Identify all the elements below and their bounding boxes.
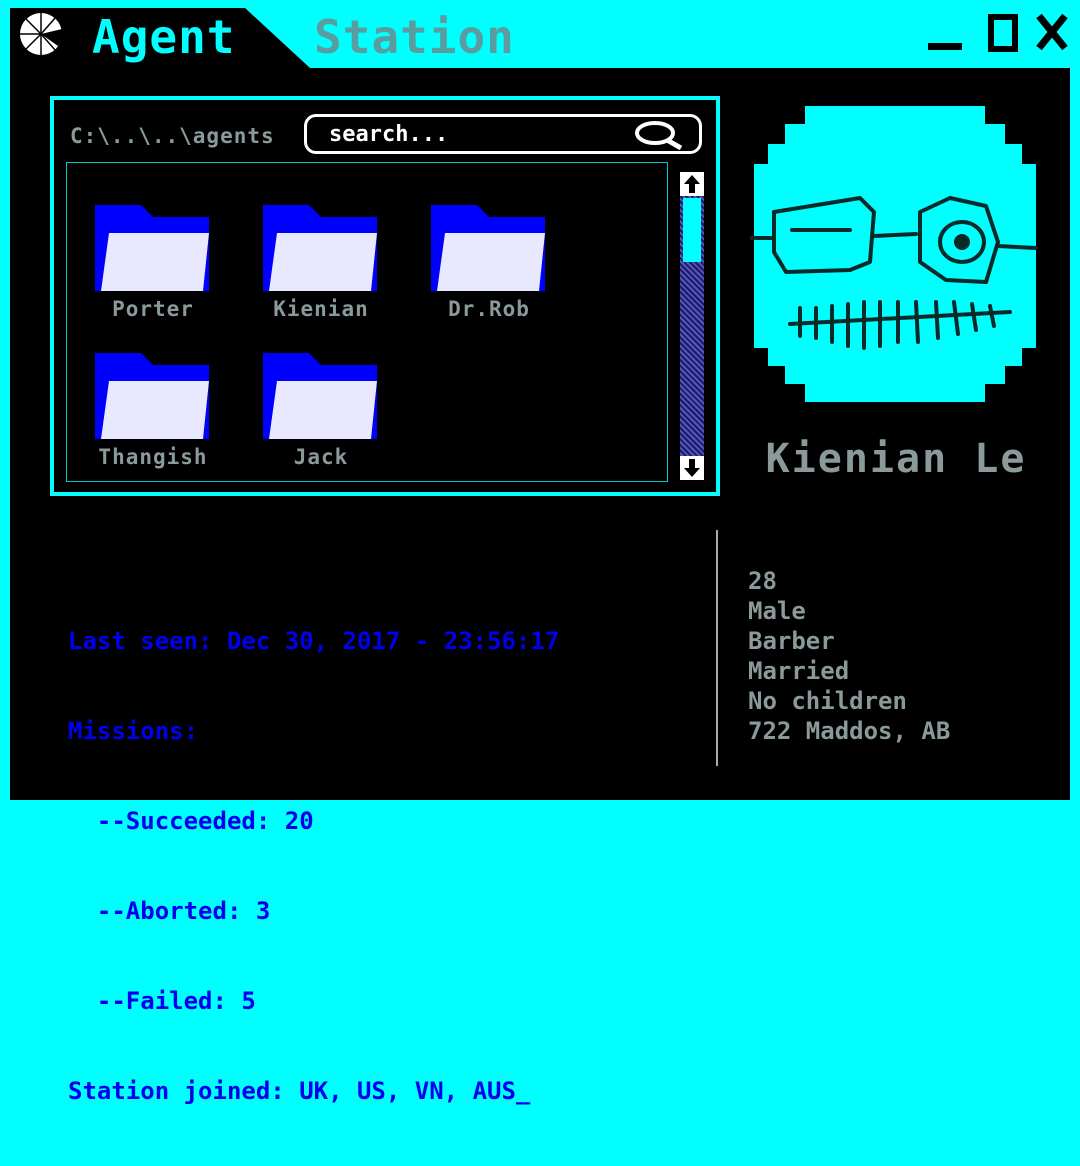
folder-icon [431, 205, 545, 291]
profile-address: 722 Maddos, AB [748, 717, 951, 745]
main-panel: C:\..\..\agents Porter [10, 68, 1070, 1105]
file-explorer: C:\..\..\agents Porter [50, 96, 720, 496]
titlebar: Agent Station [0, 0, 1080, 68]
path-breadcrumb: C:\..\..\agents [70, 124, 275, 148]
close-icon[interactable] [1036, 8, 1068, 56]
search-icon[interactable] [633, 120, 685, 150]
app-window: Agent Station C:\..\..\agents search... … [0, 0, 1080, 1105]
profile-children: No children [748, 687, 907, 715]
agent-avatar-icon [750, 106, 1038, 402]
folder-icon [263, 205, 377, 291]
scroll-thumb[interactable] [683, 198, 701, 262]
profile-gender: Male [748, 597, 806, 625]
folder-item[interactable]: Kienian [251, 201, 391, 331]
divider [716, 530, 718, 766]
missions-aborted: --Aborted: 3 [68, 897, 271, 925]
vertical-scrollbar[interactable] [680, 172, 704, 480]
tab-agent[interactable]: Agent [92, 10, 235, 64]
last-seen: Last seen: Dec 30, 2017 - 23:56:17 [68, 627, 560, 655]
folder-item[interactable]: Dr.Rob [419, 201, 559, 331]
scroll-down-arrow-icon[interactable] [680, 456, 704, 480]
folder-item[interactable]: Jack [251, 349, 391, 479]
search-input[interactable] [327, 119, 631, 149]
folder-icon [95, 353, 209, 439]
maximize-icon[interactable] [986, 8, 1022, 56]
profile-marital-status: Married [748, 657, 850, 685]
folder-label: Porter [112, 297, 194, 321]
folder-label: Dr.Rob [448, 297, 530, 321]
agent-profile: 28 Male Barber Married No children 722 M… [748, 566, 950, 746]
agent-stats: Last seen: Dec 30, 2017 - 23:56:17 Missi… [68, 566, 559, 1166]
missions-failed: --Failed: 5 [68, 987, 256, 1015]
folder-item[interactable]: Thangish [83, 349, 223, 479]
scroll-up-arrow-icon[interactable] [680, 172, 704, 196]
minimize-icon[interactable] [928, 8, 964, 56]
tab-station[interactable]: Station [314, 10, 515, 64]
profile-occupation: Barber [748, 627, 835, 655]
stations-joined: Station joined: UK, US, VN, AUS_ [68, 1077, 531, 1105]
agent-name: Kienian Le [765, 436, 1027, 482]
folder-icon [263, 353, 377, 439]
folder-item[interactable]: Porter [83, 201, 223, 331]
folder-grid: Porter Kienian Dr.Rob Thangish Jack [66, 162, 668, 482]
profile-age: 28 [748, 567, 777, 595]
folder-label: Thangish [98, 445, 208, 469]
folder-icon [95, 205, 209, 291]
folder-label: Jack [293, 445, 349, 469]
aperture-logo-icon [20, 13, 63, 55]
search-box [304, 114, 702, 154]
missions-succeeded: --Succeeded: 20 [68, 807, 314, 835]
missions-heading: Missions: [68, 717, 199, 745]
folder-label: Kienian [273, 297, 369, 321]
